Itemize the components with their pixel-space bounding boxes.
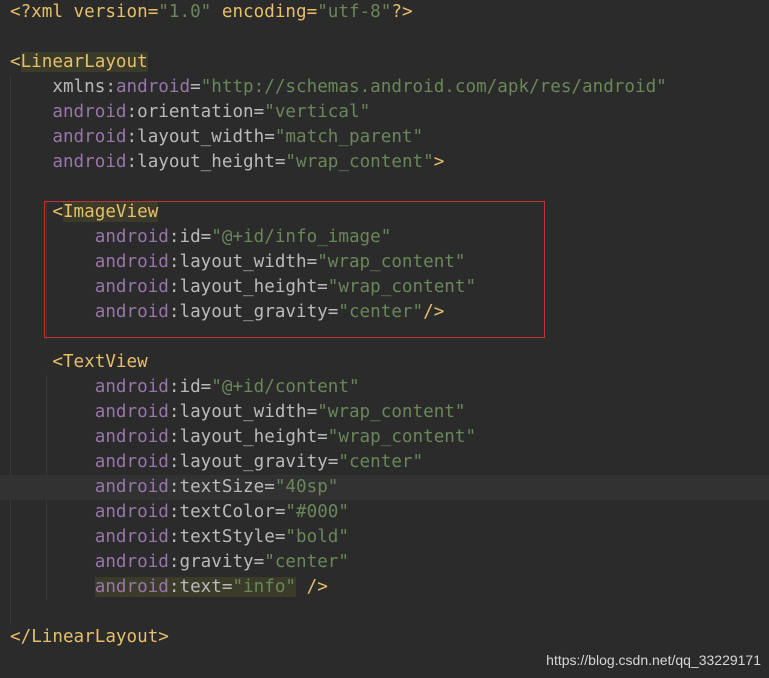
code-line[interactable]: android:textSize="40sp" bbox=[0, 475, 769, 500]
code-token: < bbox=[10, 52, 21, 72]
code-line[interactable]: android:orientation="vertical" bbox=[0, 100, 769, 125]
code-line[interactable]: <LinearLayout bbox=[0, 50, 769, 75]
code-token: :textSize= bbox=[168, 477, 275, 497]
code-line-text: </LinearLayout> bbox=[10, 625, 169, 650]
code-line[interactable]: android:layout_width="match_parent" bbox=[0, 125, 769, 150]
code-line[interactable] bbox=[0, 175, 769, 200]
code-line[interactable]: android:textStyle="bold" bbox=[0, 525, 769, 550]
code-line[interactable]: android:layout_width="wrap_content" bbox=[0, 400, 769, 425]
code-token: "center" bbox=[338, 452, 424, 472]
code-token: :layout_height= bbox=[126, 152, 286, 172]
code-token: android bbox=[10, 127, 127, 147]
code-token: "40sp" bbox=[274, 477, 339, 497]
code-line[interactable]: android:text="info" /> bbox=[0, 575, 769, 600]
code-token: :textStyle= bbox=[168, 527, 286, 547]
code-line[interactable]: <TextView bbox=[0, 350, 769, 375]
code-token: = bbox=[190, 77, 201, 97]
code-token: android bbox=[10, 102, 127, 122]
code-token: android bbox=[10, 377, 169, 397]
code-token: :text= bbox=[168, 577, 233, 597]
code-token: /> bbox=[296, 577, 328, 597]
code-token: "match_parent" bbox=[274, 127, 424, 147]
code-line[interactable]: </LinearLayout> bbox=[0, 625, 769, 650]
code-token: TextView bbox=[62, 352, 148, 372]
code-line-text: android:id="@+id/content" bbox=[10, 375, 360, 400]
code-line-text: android:text="info" /> bbox=[10, 575, 328, 600]
code-token: :layout_width= bbox=[168, 402, 318, 422]
code-line[interactable] bbox=[0, 600, 769, 625]
code-editor[interactable]: <?xml version="1.0" encoding="utf-8"?> <L… bbox=[0, 0, 769, 678]
code-token: android bbox=[10, 552, 169, 572]
code-line[interactable]: xmlns:android="http://schemas.android.co… bbox=[0, 75, 769, 100]
code-line-text: <TextView bbox=[10, 350, 148, 375]
code-token: android bbox=[10, 477, 169, 497]
code-token: "bold" bbox=[285, 527, 349, 547]
code-token: android bbox=[94, 577, 169, 597]
code-token: > bbox=[433, 152, 445, 172]
code-token: "vertical" bbox=[264, 102, 371, 122]
code-line[interactable]: android:textColor="#000" bbox=[0, 500, 769, 525]
code-line-text: android:layout_gravity="center" bbox=[10, 450, 423, 475]
code-token: ?> bbox=[391, 2, 413, 22]
code-token: LinearLayout bbox=[20, 52, 148, 72]
code-line-text: android:textSize="40sp" bbox=[10, 475, 339, 500]
code-token: "@+id/content" bbox=[211, 377, 360, 397]
code-line[interactable]: android:gravity="center" bbox=[0, 550, 769, 575]
code-token: :layout_height= bbox=[168, 427, 328, 447]
code-token: :layout_gravity= bbox=[168, 452, 339, 472]
code-token: < bbox=[10, 352, 63, 372]
code-token: :gravity= bbox=[168, 552, 265, 572]
code-token: :id= bbox=[168, 377, 212, 397]
code-token: android bbox=[10, 502, 169, 522]
code-token: :textColor= bbox=[168, 502, 286, 522]
code-line-text: android:textColor="#000" bbox=[10, 500, 349, 525]
code-token: "utf-8" bbox=[317, 2, 392, 22]
code-token: android bbox=[10, 402, 169, 422]
code-line-text: android:layout_height="wrap_content"> bbox=[10, 150, 444, 175]
code-line[interactable]: android:layout_height="wrap_content"> bbox=[0, 150, 769, 175]
code-token: "wrap_content" bbox=[317, 402, 466, 422]
code-line-text: android:gravity="center" bbox=[10, 550, 349, 575]
code-token: > bbox=[158, 627, 169, 647]
code-token: encoding= bbox=[211, 2, 318, 22]
code-line-text: android:orientation="vertical" bbox=[10, 100, 370, 125]
code-line-text: <LinearLayout bbox=[10, 50, 148, 75]
code-line[interactable]: android:layout_gravity="center" bbox=[0, 450, 769, 475]
watermark: https://blog.csdn.net/qq_33229171 bbox=[546, 652, 761, 668]
code-token: "http://schemas.android.com/apk/res/andr… bbox=[200, 77, 667, 97]
code-token: xmlns bbox=[10, 77, 106, 97]
code-line[interactable]: android:id="@+id/content" bbox=[0, 375, 769, 400]
code-token: <?xml version= bbox=[10, 2, 159, 22]
code-line-text: android:layout_width="match_parent" bbox=[10, 125, 423, 150]
code-line-text: android:layout_width="wrap_content" bbox=[10, 400, 466, 425]
code-token: "wrap_content" bbox=[327, 427, 477, 447]
code-token: "info" bbox=[232, 577, 297, 597]
code-token: :orientation= bbox=[126, 102, 265, 122]
code-token: </ bbox=[10, 627, 32, 647]
code-token: LinearLayout bbox=[31, 627, 159, 647]
highlight-box bbox=[44, 201, 545, 338]
code-token: android bbox=[10, 152, 127, 172]
code-token: android bbox=[10, 427, 169, 447]
code-token: android bbox=[10, 527, 169, 547]
code-token: "center" bbox=[264, 552, 349, 572]
code-token: "wrap_content" bbox=[285, 152, 434, 172]
code-token: "1.0" bbox=[158, 2, 212, 22]
code-line-text: <?xml version="1.0" encoding="utf-8"?> bbox=[10, 0, 413, 25]
code-token: android bbox=[115, 77, 191, 97]
code-line-text: xmlns:android="http://schemas.android.co… bbox=[10, 75, 667, 100]
code-line-text: android:layout_height="wrap_content" bbox=[10, 425, 476, 450]
code-line[interactable] bbox=[0, 25, 769, 50]
code-token: : bbox=[105, 77, 116, 97]
code-token: "#000" bbox=[285, 502, 349, 522]
code-token: android bbox=[10, 452, 169, 472]
code-line[interactable]: android:layout_height="wrap_content" bbox=[0, 425, 769, 450]
code-token: :layout_width= bbox=[126, 127, 275, 147]
code-line-text: android:textStyle="bold" bbox=[10, 525, 349, 550]
code-line[interactable]: <?xml version="1.0" encoding="utf-8"?> bbox=[0, 0, 769, 25]
